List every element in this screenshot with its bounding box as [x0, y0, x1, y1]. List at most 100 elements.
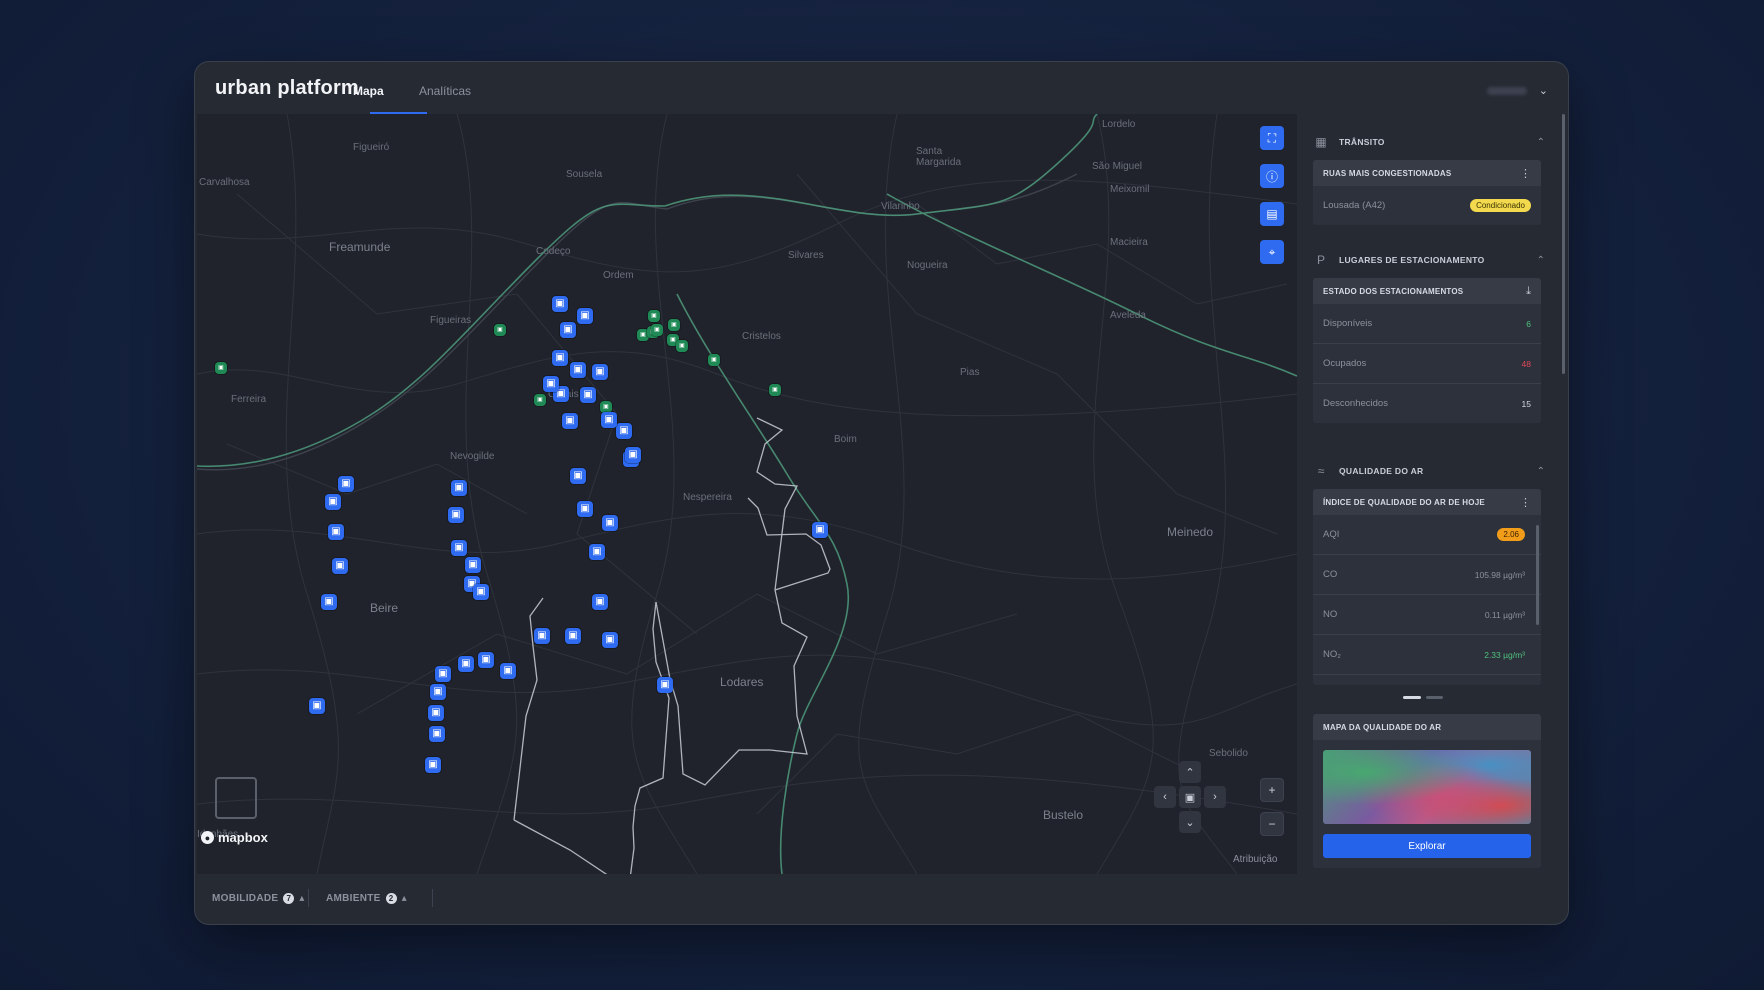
bottom-bar: MOBILIDADE 7 ▴ AMBIENTE 2 ▴ [195, 877, 1305, 924]
bus-stop-marker[interactable]: ▣ [473, 584, 489, 600]
mapbox-logo: ● mapbox [201, 830, 268, 845]
download-icon[interactable]: ⤓ [1526, 285, 1531, 298]
bus-icon: ▣ [428, 759, 438, 770]
bus-stop-marker[interactable]: ▣ [592, 364, 608, 380]
bus-stop-marker[interactable]: ▣ [602, 632, 618, 648]
more-options-icon[interactable]: ⋮ [1520, 496, 1531, 509]
bus-stop-marker[interactable]: ▣ [435, 666, 451, 682]
bus-stop-marker[interactable]: ▣ [451, 480, 467, 496]
map-canvas[interactable]: Lordelo Figueiró Carvalhosa Sousela Sant… [197, 114, 1297, 874]
bus-stop-marker[interactable]: ▣ [570, 468, 586, 484]
attribution-link[interactable]: Atribuição [1233, 854, 1277, 865]
tab-analiticas[interactable]: Analíticas [419, 84, 471, 98]
pan-left-button[interactable]: ‹ [1154, 786, 1176, 808]
bus-stop-marker[interactable]: ▣ [338, 476, 354, 492]
bus-stop-marker[interactable]: ▣ [478, 652, 494, 668]
bus-stop-marker[interactable]: ▣ [589, 544, 605, 560]
more-options-icon[interactable]: ⋮ [1520, 167, 1531, 180]
bus-stop-marker[interactable]: ▣ [429, 726, 445, 742]
side-panel-scrollbar[interactable] [1562, 114, 1565, 374]
fullscreen-button[interactable]: ⛶ [1260, 126, 1284, 150]
bus-stop-marker[interactable]: ▣ [321, 594, 337, 610]
list-item[interactable]: Lousada (A42) Condicionado [1313, 186, 1541, 225]
info-button[interactable]: ⓘ [1260, 164, 1284, 188]
explore-button[interactable]: Explorar [1323, 834, 1531, 858]
parking-marker[interactable]: ▣ [494, 324, 506, 336]
bus-stop-marker[interactable]: ▣ [560, 322, 576, 338]
bus-stop-marker[interactable]: ▣ [500, 663, 516, 679]
bus-icon: ▣ [628, 449, 638, 460]
air-section-header[interactable]: ≈ QUALIDADE DO AR ⌃ [1313, 461, 1545, 481]
bus-stop-marker[interactable]: ▣ [448, 507, 464, 523]
carousel-pager[interactable] [1403, 696, 1443, 699]
chevron-up-icon: ⌃ [1185, 766, 1195, 779]
bus-stop-marker[interactable]: ▣ [543, 376, 559, 392]
bus-stop-marker[interactable]: ▣ [451, 540, 467, 556]
bus-stop-marker[interactable]: ▣ [458, 656, 474, 672]
pan-down-button[interactable]: ⌄ [1179, 811, 1201, 833]
environment-toggle[interactable]: AMBIENTE 2 ▴ [326, 893, 407, 904]
bus-stop-marker[interactable]: ▣ [428, 705, 444, 721]
pager-dot[interactable] [1403, 696, 1421, 699]
bus-stop-marker[interactable]: ▣ [552, 350, 568, 366]
parking-marker[interactable]: ▣ [651, 324, 663, 336]
bus-stop-marker[interactable]: ▣ [430, 684, 446, 700]
bus-stop-marker[interactable]: ▣ [657, 677, 673, 693]
zoom-in-button[interactable]: + [1260, 778, 1284, 802]
mobility-toggle[interactable]: MOBILIDADE 7 ▴ [212, 893, 305, 904]
parking-section-header[interactable]: P LUGARES DE ESTACIONAMENTO ⌃ [1313, 250, 1545, 270]
bus-stop-marker[interactable]: ▣ [552, 296, 568, 312]
map-style-button[interactable]: ▤ [1260, 202, 1284, 226]
place-label: São Miguel [1092, 161, 1143, 172]
bus-stop-marker[interactable]: ▣ [580, 387, 596, 403]
bus-icon: ▣ [605, 517, 615, 528]
pan-right-button[interactable]: › [1204, 786, 1226, 808]
environment-label: AMBIENTE [326, 893, 381, 904]
place-label: Figueiró [353, 142, 390, 153]
parking-marker[interactable]: ▣ [648, 310, 660, 322]
bus-stop-marker[interactable]: ▣ [616, 423, 632, 439]
parking-icon: ▣ [497, 327, 503, 333]
pager-dot[interactable] [1425, 696, 1443, 699]
bus-stop-marker[interactable]: ▣ [602, 515, 618, 531]
bus-stop-marker[interactable]: ▣ [309, 698, 325, 714]
pan-up-button[interactable]: ⌃ [1179, 761, 1201, 783]
wind-icon: ≈ [1317, 464, 1325, 478]
bus-stop-marker[interactable]: ▣ [577, 308, 593, 324]
layer-toggle-button[interactable] [215, 777, 257, 819]
bus-stop-marker[interactable]: ▣ [332, 558, 348, 574]
parking-marker[interactable]: ▣ [668, 319, 680, 331]
parking-marker[interactable]: ▣ [676, 340, 688, 352]
bus-stop-marker[interactable]: ▣ [625, 447, 641, 463]
tab-mapa[interactable]: Mapa [353, 84, 384, 98]
scrollbar[interactable] [1536, 525, 1539, 625]
bus-stop-marker[interactable]: ▣ [325, 494, 341, 510]
bus-stop-marker[interactable]: ▣ [565, 628, 581, 644]
top-bar: urban platform Mapa Analíticas ⌄ [195, 62, 1568, 114]
parking-marker[interactable]: ▣ [215, 362, 227, 374]
bus-icon: ▣ [341, 478, 351, 489]
bus-stop-marker[interactable]: ▣ [328, 524, 344, 540]
bus-stop-marker[interactable]: ▣ [570, 362, 586, 378]
bus-stop-marker[interactable]: ▣ [812, 522, 828, 538]
user-menu[interactable]: ⌄ [1486, 84, 1548, 97]
bus-stop-marker[interactable]: ▣ [425, 757, 441, 773]
row-label: Desconhecidos [1323, 398, 1388, 409]
traffic-card: RUAS MAIS CONGESTIONADAS ⋮ Lousada (A42)… [1313, 160, 1541, 225]
parking-marker[interactable]: ▣ [708, 354, 720, 366]
parking-marker[interactable]: ▣ [534, 394, 546, 406]
bus-stop-marker[interactable]: ▣ [562, 413, 578, 429]
bus-stop-marker[interactable]: ▣ [601, 412, 617, 428]
bus-stop-marker[interactable]: ▣ [577, 501, 593, 517]
reset-view-button[interactable]: ▣ [1179, 786, 1201, 808]
bus-icon: ▣ [312, 700, 322, 711]
bus-stop-marker[interactable]: ▣ [534, 628, 550, 644]
row-label: NO [1323, 609, 1338, 620]
bus-stop-marker[interactable]: ▣ [465, 557, 481, 573]
bus-stop-marker[interactable]: ▣ [592, 594, 608, 610]
bus-icon: ▣ [438, 668, 448, 679]
traffic-section-header[interactable]: ▦ TRÂNSITO ⌃ [1313, 132, 1545, 152]
zoom-out-button[interactable]: − [1260, 812, 1284, 836]
select-area-button[interactable]: ⌖ [1260, 240, 1284, 264]
parking-marker[interactable]: ▣ [769, 384, 781, 396]
